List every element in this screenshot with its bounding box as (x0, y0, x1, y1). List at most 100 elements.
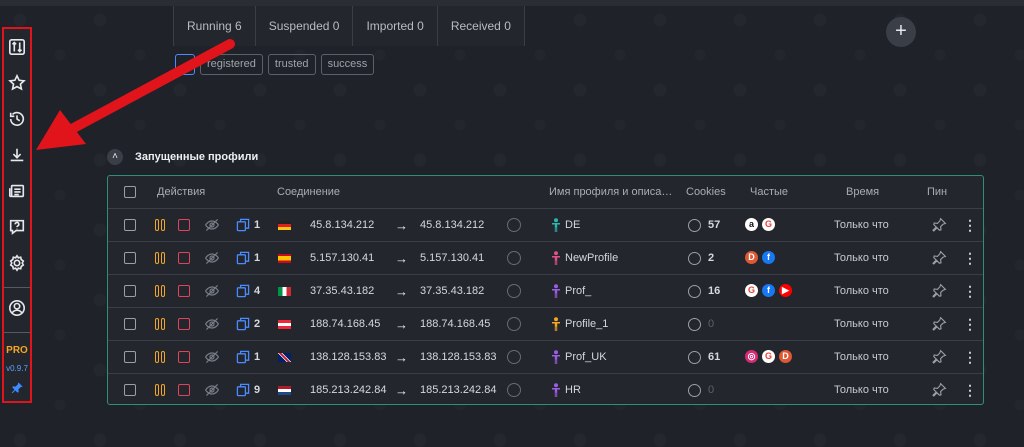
duckduckgo-icon[interactable]: duckduckgoD (779, 350, 792, 363)
pin-icon[interactable] (931, 316, 947, 332)
tabs-icon[interactable] (235, 217, 251, 233)
hide-eye-icon[interactable] (204, 316, 220, 332)
facebook-icon[interactable]: facebookf (762, 251, 775, 264)
cookies-count[interactable]: 57 (708, 209, 720, 242)
tab-imported[interactable]: Imported 0 (352, 6, 437, 46)
tabs-icon[interactable] (235, 283, 251, 299)
tabs-icon[interactable] (235, 250, 251, 266)
stop-icon[interactable] (178, 351, 190, 363)
cookies-count[interactable]: 61 (708, 341, 720, 374)
table-row[interactable]: 2 188.74.168.45 → 188.74.168.45 Profile_… (108, 308, 983, 341)
row-checkbox[interactable] (124, 252, 136, 264)
profile-name[interactable]: Prof_ (565, 275, 591, 308)
more-menu-icon[interactable]: ⋮ (963, 275, 977, 308)
profile-name[interactable]: NewProfile (565, 242, 618, 275)
pin-icon[interactable] (931, 382, 947, 398)
cookies-count[interactable]: 2 (708, 242, 714, 275)
table-row[interactable]: 4 37.35.43.182 → 37.35.43.182 Prof_ 16 g… (108, 275, 983, 308)
filter-chip-empty[interactable] (175, 54, 195, 75)
check-icon[interactable] (507, 218, 521, 232)
row-checkbox[interactable] (124, 219, 136, 231)
hide-eye-icon[interactable] (204, 382, 220, 398)
stop-icon[interactable] (178, 285, 190, 297)
pin-icon[interactable] (931, 217, 947, 233)
tab-suspended[interactable]: Suspended 0 (254, 6, 353, 46)
row-checkbox[interactable] (124, 384, 136, 396)
pause-icon[interactable] (155, 219, 167, 231)
filter-chip-registered[interactable]: registered (200, 54, 263, 75)
hide-eye-icon[interactable] (204, 217, 220, 233)
more-menu-icon[interactable]: ⋮ (963, 209, 977, 242)
youtube-icon[interactable]: youtube▶ (779, 284, 792, 297)
hide-eye-icon[interactable] (204, 283, 220, 299)
profile-name[interactable]: Prof_UK (565, 341, 607, 374)
table-row[interactable]: 9 185.213.242.84 → 185.213.242.84 HR 0 Т… (108, 374, 983, 407)
add-profile-button[interactable]: + (886, 17, 916, 47)
more-menu-icon[interactable]: ⋮ (963, 341, 977, 374)
tabs-icon[interactable] (235, 382, 251, 398)
tabs-icon[interactable] (235, 316, 251, 332)
filter-chip-trusted[interactable]: trusted (267, 54, 316, 75)
profile-name[interactable]: DE (565, 209, 580, 242)
cookies-count[interactable]: 0 (708, 374, 714, 407)
pin-icon[interactable] (931, 250, 947, 266)
help-icon[interactable] (5, 215, 29, 239)
pin-icon[interactable] (931, 349, 947, 365)
pause-icon[interactable] (155, 384, 167, 396)
check-icon[interactable] (507, 284, 521, 298)
sort-icon[interactable] (5, 35, 29, 59)
row-checkbox[interactable] (124, 285, 136, 297)
download-icon[interactable] (5, 143, 29, 167)
more-menu-icon[interactable]: ⋮ (963, 374, 977, 407)
table-row[interactable]: 1 5.157.130.41 → 5.157.130.41 NewProfile… (108, 242, 983, 275)
check-icon[interactable] (507, 317, 521, 331)
cookies-count[interactable]: 16 (708, 275, 720, 308)
stop-icon[interactable] (178, 318, 190, 330)
amazon-icon[interactable]: amazona (745, 218, 758, 231)
header-cookies[interactable]: Cookies (686, 176, 726, 209)
check-icon[interactable] (507, 350, 521, 364)
pin-icon[interactable] (931, 283, 947, 299)
pause-icon[interactable] (155, 285, 167, 297)
hide-eye-icon[interactable] (204, 250, 220, 266)
instagram-icon[interactable]: instagram◎ (745, 350, 758, 363)
tab-received[interactable]: Received 0 (436, 6, 525, 46)
check-icon[interactable] (507, 383, 521, 397)
stop-icon[interactable] (178, 219, 190, 231)
table-row[interactable]: 1 45.8.134.212 → 45.8.134.212 DE 57 amaz… (108, 209, 983, 242)
row-checkbox[interactable] (124, 351, 136, 363)
facebook-icon[interactable]: facebookf (762, 284, 775, 297)
google-icon[interactable]: googleG (745, 284, 758, 297)
profile-name[interactable]: HR (565, 374, 581, 407)
header-connection[interactable]: Соединение (277, 176, 340, 209)
tab-running[interactable]: Running 6 (173, 6, 255, 46)
hide-eye-icon[interactable] (204, 349, 220, 365)
history-icon[interactable] (5, 107, 29, 131)
more-menu-icon[interactable]: ⋮ (963, 308, 977, 341)
pause-icon[interactable] (155, 318, 167, 330)
header-time[interactable]: Время (846, 176, 879, 209)
user-icon[interactable] (5, 296, 29, 320)
tabs-icon[interactable] (235, 349, 251, 365)
google-icon[interactable]: googleG (762, 350, 775, 363)
pause-icon[interactable] (155, 252, 167, 264)
collapse-button[interactable]: ˄ (107, 149, 123, 165)
pause-icon[interactable] (155, 351, 167, 363)
duckduckgo-icon[interactable]: duckduckgoD (745, 251, 758, 264)
table-row[interactable]: 1 138.128.153.83 → 138.128.153.83 Prof_U… (108, 341, 983, 374)
pro-badge[interactable]: PRO (6, 345, 28, 356)
google-icon[interactable]: googleG (762, 218, 775, 231)
header-profile[interactable]: Имя профиля и описа… (549, 176, 672, 209)
gear-icon[interactable] (5, 251, 29, 275)
stop-icon[interactable] (178, 252, 190, 264)
cookies-count[interactable]: 0 (708, 308, 714, 341)
row-checkbox[interactable] (124, 318, 136, 330)
star-icon[interactable] (5, 71, 29, 95)
pin-icon[interactable] (10, 381, 24, 398)
select-all-checkbox[interactable] (124, 186, 136, 198)
stop-icon[interactable] (178, 384, 190, 396)
profile-name[interactable]: Profile_1 (565, 308, 608, 341)
news-icon[interactable] (5, 179, 29, 203)
more-menu-icon[interactable]: ⋮ (963, 242, 977, 275)
check-icon[interactable] (507, 251, 521, 265)
